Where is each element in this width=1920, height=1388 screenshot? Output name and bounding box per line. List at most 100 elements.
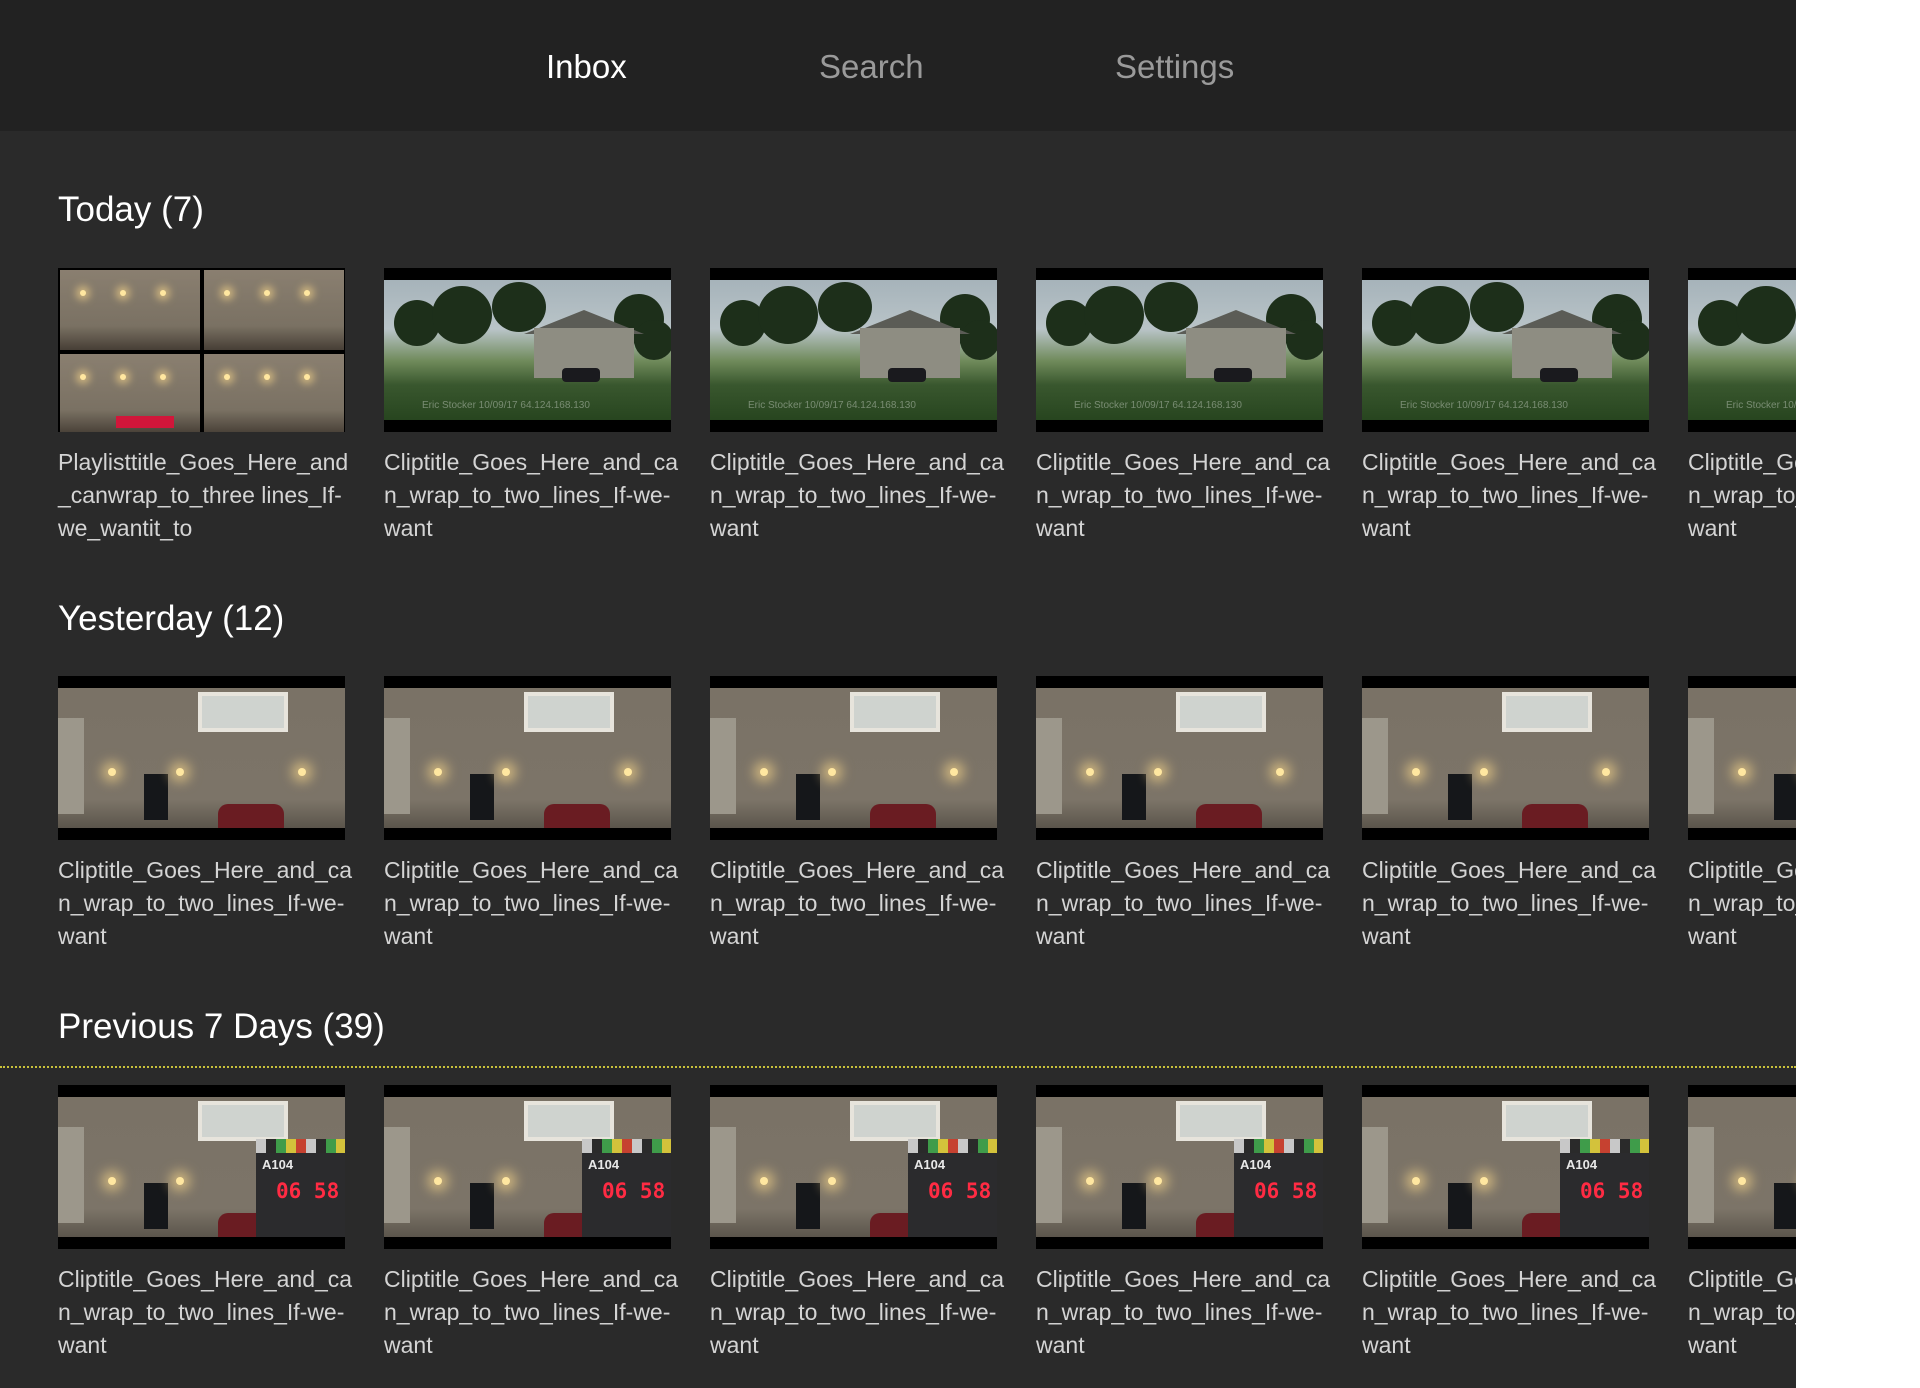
slate-scene-text: A104 [588, 1157, 620, 1172]
porch-light [1154, 1177, 1162, 1185]
watermark-text: Eric Stocker 10/09/17 64.124.168.130 [748, 400, 916, 411]
clip-card[interactable]: A10406 58Cliptitle_Goes_Here_and_can_wra… [58, 1085, 352, 1362]
door-shape [1448, 774, 1472, 820]
slate-timecode-text: 06 58 [1580, 1179, 1644, 1203]
porch-light [434, 768, 442, 776]
clapperboard-image: A104 06 58 [908, 1139, 997, 1237]
clip-thumbnail: A10406 58 [1362, 1085, 1649, 1249]
drop-indicator-divider [0, 1066, 1796, 1068]
clip-thumbnail [58, 268, 345, 432]
door-shape [796, 1183, 820, 1229]
tab-settings[interactable]: Settings [1115, 44, 1234, 90]
top-navigation-bar: Inbox Search Settings [0, 0, 1796, 131]
window-shape [850, 1101, 940, 1141]
clapperboard-image: A104 06 58 [582, 1139, 671, 1237]
clip-thumbnail [710, 676, 997, 840]
car-shape [870, 804, 936, 828]
window-shape [524, 1101, 614, 1141]
house-yard-image: Eric Stocker 10/09/17 64.124.168.130 [1362, 280, 1649, 420]
garage-shape [58, 1127, 84, 1223]
window-shape [1502, 1101, 1592, 1141]
clip-thumbnail [1362, 676, 1649, 840]
clip-row-previous-7-days: A104 06 58 Cliptitle_Goes_Here_and_can_wra… [58, 1085, 1796, 1385]
watermark-text: Eric Stocker 10/09/17 64.124.168.130 [1726, 400, 1796, 411]
clip-row-today: Playlisttitle_Goes_Here_and_canwrap_to_t… [58, 268, 1796, 568]
car-shape [544, 804, 610, 828]
clip-title: Cliptitle_Goes_Here_and_can_wrap_to_two_… [710, 449, 1005, 541]
clip-title: Cliptitle_Goes_Here_and_can_wrap_to_two_… [384, 857, 679, 949]
tree-shape [432, 286, 492, 344]
garage-shape [58, 718, 84, 814]
house-front-image [710, 688, 997, 828]
window-shape [198, 1101, 288, 1141]
porch-light [502, 1177, 510, 1185]
porch-light [1738, 768, 1746, 776]
clip-thumbnail [58, 676, 345, 840]
garage-shape [1688, 1127, 1714, 1223]
window-shape [1176, 1101, 1266, 1141]
car-shape [562, 368, 600, 382]
porch-light [502, 768, 510, 776]
camera-view-image [204, 270, 344, 350]
clip-title: Cliptitle_Goes_Here_and_can_wrap_to_two_… [384, 449, 679, 541]
clip-card[interactable]: A10406 58Cliptitle_Goes_Here_and_can_wra… [384, 1085, 678, 1362]
clip-card[interactable]: Eric Stocker 10/09/17 64.124.168.130 Clip… [1362, 268, 1656, 545]
clip-thumbnail: A10406 58 [58, 1085, 345, 1249]
clip-card[interactable]: Eric Stocker 10/09/17 64.124.168.130 Clip… [1688, 268, 1796, 545]
car-shape [1214, 368, 1252, 382]
light-glow [224, 290, 230, 296]
clip-thumbnail: A10406 58 [1688, 1085, 1796, 1249]
clip-card[interactable]: Playlisttitle_Goes_Here_and_canwrap_to_t… [58, 268, 348, 545]
clip-thumbnail: Eric Stocker 10/09/17 64.124.168.130 [710, 268, 997, 432]
clip-card[interactable]: Cliptitle_Goes_Here_and_can_wrap_to_two_… [710, 676, 1004, 953]
clip-card[interactable]: A10406 58Cliptitle_Goes_Here_and_can_wra… [710, 1085, 1004, 1362]
clip-card[interactable]: Eric Stocker 10/09/17 64.124.168.130 Clip… [1036, 268, 1330, 545]
clip-card[interactable]: Cliptitle_Goes_Here_and_can_wrap_to_two_… [1036, 676, 1330, 953]
clip-title: Cliptitle_Goes_Here_and_can_wrap_to_two_… [1688, 857, 1796, 949]
camera-view-image [204, 354, 344, 432]
clip-card[interactable]: Cliptitle_Goes_Here_and_can_wrap_to_two_… [1688, 676, 1796, 953]
porch-light [1738, 1177, 1746, 1185]
garage-shape [1362, 718, 1388, 814]
porch-light [298, 768, 306, 776]
garage-shape [1036, 1127, 1062, 1223]
clapper-stripes [256, 1139, 345, 1153]
clip-card[interactable]: A10406 58Cliptitle_Goes_Here_and_can_wra… [1688, 1085, 1796, 1362]
tree-shape [758, 286, 818, 344]
light-glow [80, 374, 86, 380]
slate-timecode-text: 06 58 [276, 1179, 340, 1203]
house-yard-image: Eric Stocker 10/09/17 64.124.168.130 [1688, 280, 1796, 420]
porch-light [176, 1177, 184, 1185]
clip-title: Cliptitle_Goes_Here_and_can_wrap_to_two_… [58, 857, 353, 949]
slate-timecode-text: 06 58 [928, 1179, 992, 1203]
clip-card[interactable]: A10406 58 Cliptitle_Goes_Here_and_can_wra… [1036, 1085, 1330, 1362]
tab-inbox[interactable]: Inbox [546, 44, 627, 90]
clip-card[interactable]: A10406 58Cliptitle_Goes_Here_and_can_wra… [1362, 1085, 1656, 1362]
garage-shape [710, 718, 736, 814]
tab-search[interactable]: Search [819, 44, 924, 90]
clapperboard-image: A104 06 58 [1234, 1139, 1323, 1237]
clip-thumbnail: Eric Stocker 10/09/17 64.124.168.130 [1688, 268, 1796, 432]
door-shape [796, 774, 820, 820]
porch-light [108, 768, 116, 776]
door-shape [1774, 774, 1796, 820]
light-glow [264, 374, 270, 380]
clip-title: Cliptitle_Goes_Here_and_can_wrap_to_two_… [1036, 1266, 1331, 1358]
clip-card[interactable]: Eric Stocker 10/09/17 64.124.168.130 Clip… [384, 268, 678, 545]
clip-title: Cliptitle_Goes_Here_and_can_wrap_to_two_… [1362, 449, 1657, 541]
section-title-previous-7-days: Previous 7 Days (39) [58, 1007, 385, 1046]
clip-thumbnail: Eric Stocker 10/09/17 64.124.168.130 [1362, 268, 1649, 432]
porch-light [1154, 768, 1162, 776]
clip-card[interactable]: Cliptitle_Goes_Here_and_can_wrap_to_two_… [384, 676, 678, 953]
car-shape [1540, 368, 1578, 382]
door-shape [1122, 774, 1146, 820]
door-shape [144, 774, 168, 820]
light-glow [160, 290, 166, 296]
clip-title: Cliptitle_Goes_Here_and_can_wrap_to_two_… [1036, 857, 1331, 949]
clip-card[interactable]: Cliptitle_Goes_Here_and_can_wrap_to_two_… [1362, 676, 1656, 953]
porch-light [434, 1177, 442, 1185]
clip-card[interactable]: Eric Stocker 10/09/17 64.124.168.130 Clip… [710, 268, 1004, 545]
clip-thumbnail [1688, 676, 1796, 840]
garage-shape [1688, 718, 1714, 814]
clip-card[interactable]: Cliptitle_Goes_Here_and_can_wrap_to_two_… [58, 676, 352, 953]
